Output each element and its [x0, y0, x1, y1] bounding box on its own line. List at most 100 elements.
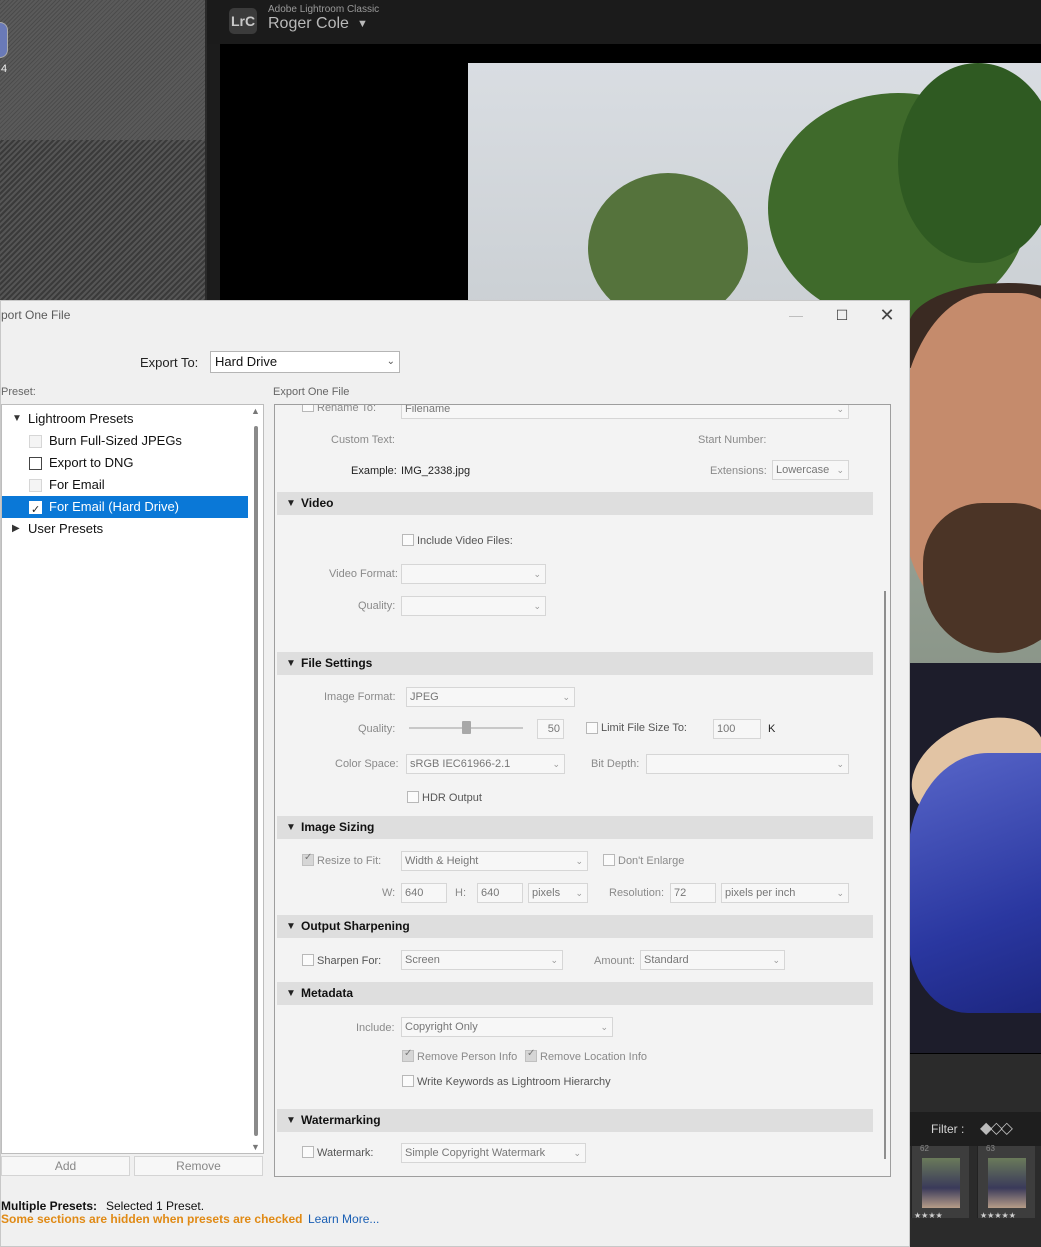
- width-input[interactable]: 640: [401, 883, 447, 903]
- flag-filter-icon[interactable]: ◆◇◇: [980, 1118, 1013, 1138]
- section-title: Image Sizing: [301, 820, 375, 834]
- keywords-hierarchy-checkbox[interactable]: [402, 1075, 414, 1087]
- color-space-select[interactable]: sRGB IEC61966-2.1 ⌄: [406, 754, 565, 774]
- preset-group-lightroom[interactable]: ▼ Lightroom Presets: [2, 408, 248, 430]
- limit-size-input[interactable]: 100: [713, 719, 761, 739]
- extensions-label: Extensions:: [710, 465, 767, 477]
- thumb-image: [988, 1158, 1026, 1208]
- section-title: Video: [301, 496, 334, 510]
- preset-scrollbar[interactable]: ▲ ▼: [250, 406, 262, 1152]
- preset-checkbox[interactable]: [29, 457, 42, 470]
- collapse-triangle-icon[interactable]: ▼: [286, 982, 296, 1005]
- hdr-output-label: HDR Output: [422, 792, 482, 804]
- preset-group-label: User Presets: [28, 521, 104, 536]
- sharpen-for-select[interactable]: Screen ⌄: [401, 950, 563, 970]
- resolution-label: Resolution:: [609, 887, 665, 899]
- video-format-label: Video Format:: [329, 568, 398, 580]
- collapse-triangle-icon[interactable]: ▶: [12, 518, 20, 540]
- export-to-select[interactable]: Hard Drive ⌄: [210, 351, 400, 373]
- user-menu-caret-icon[interactable]: ▼: [357, 18, 368, 30]
- size-unit-value: pixels: [532, 887, 561, 899]
- collapse-triangle-icon[interactable]: ▼: [286, 492, 296, 515]
- preset-checkbox-checked[interactable]: [29, 499, 42, 521]
- section-watermarking[interactable]: ▼ Watermarking: [277, 1109, 873, 1132]
- quality-input[interactable]: 50: [537, 719, 564, 739]
- amount-select[interactable]: Standard ⌄: [640, 950, 785, 970]
- resolution-input[interactable]: 72: [670, 883, 716, 903]
- preset-checkbox[interactable]: [29, 435, 42, 448]
- preset-checkbox[interactable]: [29, 479, 42, 492]
- scrollbar-thumb[interactable]: [884, 591, 886, 1159]
- bit-depth-select[interactable]: ⌄: [646, 754, 849, 774]
- filmstrip-thumb[interactable]: 62 ★★★★: [911, 1144, 969, 1220]
- bit-depth-label: Bit Depth:: [591, 758, 640, 770]
- extensions-value: Lowercase: [776, 464, 830, 476]
- chevron-down-icon: ⌄: [550, 955, 558, 965]
- panel-divider[interactable]: [205, 0, 207, 300]
- lr-identity-plate: LrC Adobe Lightroom Classic Roger Cole ▼: [207, 0, 1041, 44]
- user-name[interactable]: Roger Cole: [268, 15, 349, 33]
- resolution-unit-select[interactable]: pixels per inch ⌄: [721, 883, 849, 903]
- metadata-include-select[interactable]: Copyright Only ⌄: [401, 1017, 613, 1037]
- video-format-select[interactable]: ⌄: [401, 564, 546, 584]
- chevron-down-icon: ⌄: [836, 759, 844, 769]
- resize-to-fit-checkbox[interactable]: [302, 852, 314, 866]
- chevron-down-icon: ⌄: [562, 692, 570, 702]
- height-input[interactable]: 640: [477, 883, 523, 903]
- image-format-select[interactable]: JPEG ⌄: [406, 687, 575, 707]
- video-quality-select[interactable]: ⌄: [401, 596, 546, 616]
- scroll-up-icon[interactable]: ▲: [251, 406, 260, 416]
- quality-slider-handle[interactable]: [462, 721, 471, 734]
- avatar[interactable]: [0, 22, 8, 58]
- preset-item[interactable]: For Email: [2, 474, 248, 496]
- expand-triangle-icon[interactable]: ▼: [12, 408, 22, 430]
- section-metadata[interactable]: ▼ Metadata: [277, 982, 873, 1005]
- learn-more-link[interactable]: Learn More...: [308, 1212, 379, 1226]
- preset-item[interactable]: Burn Full-Sized JPEGs: [2, 430, 248, 452]
- preset-item-label: For Email: [49, 477, 105, 492]
- video-quality-label: Quality:: [358, 600, 396, 612]
- close-icon[interactable]: ✕: [864, 303, 910, 327]
- collapse-triangle-icon[interactable]: ▼: [286, 915, 296, 938]
- extensions-select[interactable]: Lowercase ⌄: [772, 460, 849, 480]
- watermark-checkbox[interactable]: [302, 1146, 314, 1158]
- remove-preset-button[interactable]: Remove: [134, 1156, 263, 1176]
- section-video[interactable]: ▼ Video: [277, 492, 873, 515]
- limit-size-checkbox[interactable]: [586, 722, 598, 734]
- hdr-output-checkbox[interactable]: [407, 791, 419, 803]
- sharpen-checkbox[interactable]: [302, 954, 314, 966]
- scroll-down-icon[interactable]: ▼: [251, 1142, 260, 1152]
- preset-item-label: Export to DNG: [49, 455, 134, 470]
- sharpen-for-label: Sharpen For:: [317, 955, 382, 967]
- width-label: W:: [382, 887, 396, 899]
- rename-select[interactable]: Filename ⌄: [401, 405, 849, 419]
- multiple-presets-label: Multiple Presets:: [1, 1199, 98, 1213]
- preset-item[interactable]: Export to DNG: [2, 452, 248, 474]
- collapse-triangle-icon[interactable]: ▼: [286, 816, 296, 839]
- section-output-sharpening[interactable]: ▼ Output Sharpening: [277, 915, 873, 938]
- section-image-sizing[interactable]: ▼ Image Sizing: [277, 816, 873, 839]
- remove-location-checkbox[interactable]: [525, 1048, 537, 1062]
- include-video-checkbox[interactable]: [402, 534, 414, 546]
- thumb-number: 63: [986, 1144, 995, 1153]
- lr-left-panel-texture: [0, 0, 205, 140]
- resize-mode-select[interactable]: Width & Height ⌄: [401, 851, 588, 871]
- preset-item-selected[interactable]: For Email (Hard Drive): [2, 496, 248, 521]
- limit-size-label: Limit File Size To:: [601, 722, 687, 734]
- size-unit-select[interactable]: pixels ⌄: [528, 883, 588, 903]
- settings-scrollbar[interactable]: [881, 405, 889, 1176]
- collapse-triangle-icon[interactable]: ▼: [286, 1109, 296, 1132]
- dont-enlarge-checkbox[interactable]: [603, 854, 615, 866]
- add-preset-button[interactable]: Add: [1, 1156, 130, 1176]
- minimize-icon[interactable]: —: [773, 303, 819, 327]
- scrollbar-thumb[interactable]: [254, 426, 258, 1136]
- quality-label: Quality:: [358, 723, 396, 735]
- watermark-select[interactable]: Simple Copyright Watermark ⌄: [401, 1143, 586, 1163]
- filmstrip-thumb[interactable]: 63 ★★★★★: [977, 1144, 1035, 1220]
- remove-person-checkbox[interactable]: [402, 1048, 414, 1062]
- rename-checkbox[interactable]: [302, 405, 314, 412]
- preset-group-user[interactable]: ▶ User Presets: [2, 518, 248, 540]
- collapse-triangle-icon[interactable]: ▼: [286, 652, 296, 675]
- section-file-settings[interactable]: ▼ File Settings: [277, 652, 873, 675]
- maximize-icon[interactable]: ☐: [819, 303, 865, 327]
